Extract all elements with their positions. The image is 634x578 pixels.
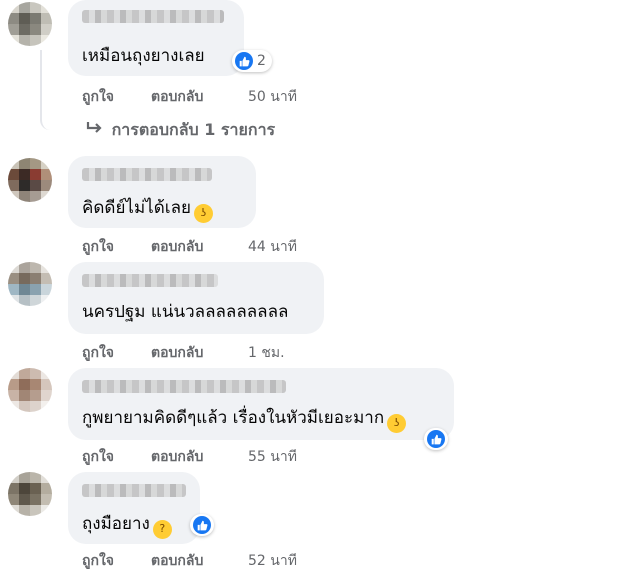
comment-timestamp[interactable]: 44 นาที (248, 236, 297, 258)
reaction-badge[interactable] (424, 428, 448, 450)
avatar[interactable] (8, 158, 52, 202)
author-name[interactable] (82, 274, 218, 287)
comment-timestamp[interactable]: 1 ชม. (248, 342, 285, 364)
comment-actions: ถูกใจ ตอบกลับ 50 นาที (82, 86, 342, 105)
comment-bubble: คิดดีย์ไม่ได้เลย ʖ (68, 156, 256, 228)
thumbs-up-icon (427, 430, 445, 448)
reaction-count-badge[interactable]: 2 (232, 50, 272, 72)
like-button[interactable]: ถูกใจ (82, 446, 114, 468)
reply-arrow-icon (86, 120, 106, 139)
comment-actions: ถูกใจ ตอบกลับ 55 นาที (82, 446, 342, 465)
avatar[interactable] (8, 472, 52, 516)
thread-line (40, 50, 72, 130)
reaction-badge[interactable] (190, 514, 214, 536)
like-button[interactable]: ถูกใจ (82, 86, 114, 108)
comment-text: นครปฐม แน่นวลลลลลลลลล (82, 302, 289, 322)
comment-timestamp[interactable]: 50 นาที (248, 86, 297, 108)
reply-button[interactable]: ตอบกลับ (151, 236, 203, 258)
author-name[interactable] (82, 168, 212, 181)
comment-actions: ถูกใจ ตอบกลับ 52 นาที (82, 550, 342, 569)
reply-button[interactable]: ตอบกลับ (151, 86, 203, 108)
comment-bubble: กูพยายามคิดดีๆแล้ว เรื่องในหัวมีเยอะมาก ʖ (68, 368, 454, 440)
laughing-emoji-icon: ʖ (193, 203, 213, 223)
like-button[interactable]: ถูกใจ (82, 342, 114, 364)
reply-button[interactable]: ตอบกลับ (151, 550, 203, 572)
avatar[interactable] (8, 262, 52, 306)
author-name[interactable] (82, 10, 224, 23)
comment-text: กูพยายามคิดดีๆแล้ว เรื่องในหัวมีเยอะมาก ʖ (82, 408, 407, 433)
avatar[interactable] (8, 368, 52, 412)
rolling-laughing-emoji-icon: ʖ (387, 413, 407, 433)
view-replies-label: การตอบกลับ 1 รายการ (111, 120, 276, 139)
comment-text: เหมือนถุงยางเลย (82, 46, 205, 66)
comment-timestamp[interactable]: 55 นาที (248, 446, 297, 468)
comment-text: คิดดีย์ไม่ได้เลย ʖ (82, 198, 213, 223)
comment-text: ถุงมือยาง? (82, 514, 172, 539)
reply-button[interactable]: ตอบกลับ (151, 342, 203, 364)
reaction-count: 2 (257, 53, 266, 69)
thinking-emoji-icon: ? (152, 519, 172, 539)
comment-timestamp[interactable]: 52 นาที (248, 550, 297, 572)
comment-actions: ถูกใจ ตอบกลับ 44 นาที (82, 236, 342, 255)
author-name[interactable] (82, 484, 186, 497)
comment-bubble: เหมือนถุงยางเลย (68, 0, 244, 76)
reply-button[interactable]: ตอบกลับ (151, 446, 203, 468)
like-button[interactable]: ถูกใจ (82, 550, 114, 572)
comment-bubble: ถุงมือยาง? (68, 472, 200, 544)
avatar[interactable] (8, 2, 52, 46)
author-name[interactable] (82, 380, 286, 393)
comment-actions: ถูกใจ ตอบกลับ 1 ชม. (82, 342, 342, 361)
like-button[interactable]: ถูกใจ (82, 236, 114, 258)
comment-bubble: นครปฐม แน่นวลลลลลลลลล (68, 262, 324, 334)
thumbs-up-icon (193, 516, 211, 534)
thumbs-up-icon (235, 52, 253, 70)
view-replies-link[interactable]: การตอบกลับ 1 รายการ (86, 118, 275, 143)
